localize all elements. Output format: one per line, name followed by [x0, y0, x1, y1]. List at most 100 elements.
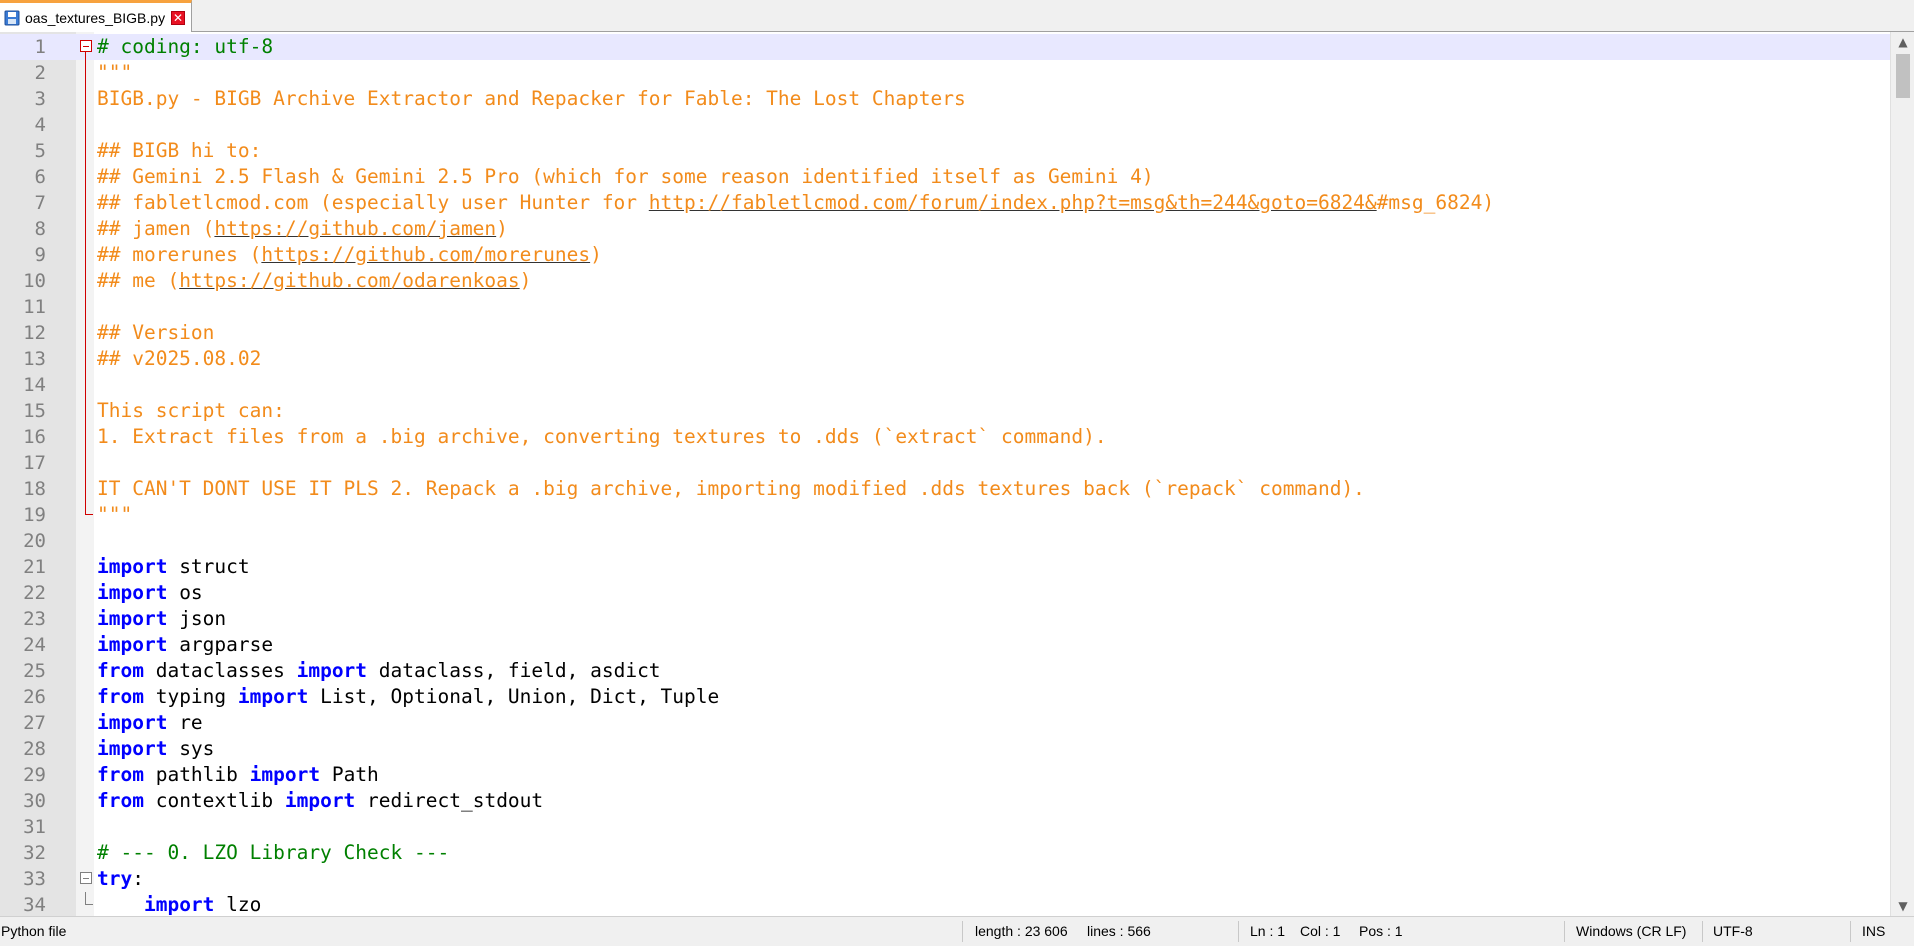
scroll-down-icon[interactable]: ▼	[1891, 896, 1914, 916]
keyword-token: try	[97, 867, 133, 890]
url-link[interactable]: https://github.com/odarenkoas	[179, 269, 519, 292]
code-line[interactable]: 26 from typing import List, Optional, Uni…	[0, 684, 1890, 710]
code-token: ## BIGB hi to:	[97, 139, 262, 162]
fold-toggle-icon[interactable]	[80, 34, 94, 60]
vertical-scrollbar[interactable]: ▲ ▼	[1890, 32, 1914, 916]
fold-guide	[80, 424, 94, 450]
scroll-thumb[interactable]	[1896, 54, 1910, 98]
code-editor[interactable]: 1 # coding: utf-8 2 """ 3 BIGB.py - BIGB Arch…	[0, 32, 1914, 916]
tab-bar: oas_textures_BIGB.py ✕	[0, 0, 1914, 32]
line-number: 12	[23, 322, 46, 344]
close-icon[interactable]: ✕	[171, 10, 186, 25]
line-number: 16	[23, 426, 46, 448]
code-text: import argparse	[97, 632, 273, 658]
line-number: 28	[23, 738, 46, 760]
keyword-token: from	[97, 763, 144, 786]
tab-file[interactable]: oas_textures_BIGB.py ✕	[0, 0, 193, 32]
code-line[interactable]: 27 import re	[0, 710, 1890, 736]
fold-guide	[80, 268, 94, 294]
code-line[interactable]: 12 ## Version	[0, 320, 1890, 346]
line-number: 31	[23, 816, 46, 838]
url-link[interactable]: https://github.com/jamen	[214, 217, 496, 240]
code-text: BIGB.py - BIGB Archive Extractor and Rep…	[97, 86, 966, 112]
code-line[interactable]: 6 ## Gemini 2.5 Flash & Gemini 2.5 Pro (w…	[0, 164, 1890, 190]
url-link[interactable]: https://github.com/morerunes	[261, 243, 590, 266]
fold-guide	[80, 372, 94, 398]
code-line[interactable]: 10 ## me (https://github.com/odarenkoas)	[0, 268, 1890, 294]
code-line[interactable]: 1 # coding: utf-8	[0, 34, 1890, 60]
line-number: 9	[34, 244, 46, 266]
fold-guide	[80, 112, 94, 138]
code-line[interactable]: 29 from pathlib import Path	[0, 762, 1890, 788]
code-token: BIGB.py - BIGB Archive Extractor and Rep…	[97, 87, 966, 110]
code-line[interactable]: 23 import json	[0, 606, 1890, 632]
status-encoding[interactable]: UTF-8	[1713, 917, 1753, 946]
status-insert-mode[interactable]: INS	[1862, 917, 1885, 946]
line-number: 30	[23, 790, 46, 812]
line-number: 10	[23, 270, 46, 292]
tab-label: oas_textures_BIGB.py	[25, 9, 166, 26]
code-token: dataclasses	[143, 659, 297, 682]
fold-guide	[80, 450, 94, 476]
code-text: ## me (https://github.com/odarenkoas)	[97, 268, 531, 294]
code-line[interactable]: 32 # --- 0. LZO Library Check ---	[0, 840, 1890, 866]
code-line[interactable]: 28 import sys	[0, 736, 1890, 762]
code-line[interactable]: 34 import lzo	[0, 892, 1890, 916]
code-line[interactable]: 19 """	[0, 502, 1890, 528]
line-number: 2	[34, 62, 46, 84]
fold-guide	[80, 320, 94, 346]
code-line[interactable]: 20	[0, 528, 1890, 554]
url-link[interactable]: http://fabletlcmod.com/forum/index.php?t…	[649, 191, 1377, 214]
code-text: from pathlib import Path	[97, 762, 379, 788]
code-line[interactable]: 22 import os	[0, 580, 1890, 606]
keyword-token: import	[249, 763, 321, 786]
save-icon	[4, 10, 20, 26]
code-token: # --- 0. LZO Library Check ---	[97, 841, 450, 864]
code-line[interactable]: 11	[0, 294, 1890, 320]
code-line[interactable]: 4	[0, 112, 1890, 138]
fold-guide	[80, 164, 94, 190]
code-line[interactable]: 2 """	[0, 60, 1890, 86]
code-line[interactable]: 13 ## v2025.08.02	[0, 346, 1890, 372]
code-line[interactable]: 33 try:	[0, 866, 1890, 892]
code-line[interactable]: 31	[0, 814, 1890, 840]
keyword-token: from	[97, 659, 144, 682]
fold-guide	[80, 892, 94, 916]
code-line[interactable]: 16 1. Extract files from a .big archive, …	[0, 424, 1890, 450]
code-line[interactable]: 3 BIGB.py - BIGB Archive Extractor and Re…	[0, 86, 1890, 112]
code-text: try:	[97, 866, 144, 892]
scroll-up-icon[interactable]: ▲	[1891, 32, 1914, 52]
code-line[interactable]: 21 import struct	[0, 554, 1890, 580]
code-token: pathlib	[143, 763, 250, 786]
status-eol[interactable]: Windows (CR LF)	[1576, 917, 1686, 946]
code-line[interactable]: 25 from dataclasses import dataclass, fie…	[0, 658, 1890, 684]
code-line[interactable]: 17	[0, 450, 1890, 476]
code-token: #msg_6824)	[1376, 191, 1495, 214]
keyword-token: import	[97, 607, 168, 630]
code-text: from contextlib import redirect_stdout	[97, 788, 543, 814]
line-number: 24	[23, 634, 46, 656]
keyword-token: import	[284, 789, 356, 812]
code-token: 1. Extract files from a .big archive, co…	[97, 425, 1107, 448]
code-line[interactable]: 5 ## BIGB hi to:	[0, 138, 1890, 164]
line-number: 33	[23, 868, 46, 890]
code-line[interactable]: 15 This script can:	[0, 398, 1890, 424]
fold-toggle-icon[interactable]	[80, 866, 94, 892]
code-text: import re	[97, 710, 203, 736]
code-line[interactable]: 9 ## morerunes (https://github.com/moreru…	[0, 242, 1890, 268]
code-line[interactable]: 8 ## jamen (https://github.com/jamen)	[0, 216, 1890, 242]
code-line[interactable]: 24 import argparse	[0, 632, 1890, 658]
keyword-token: import	[97, 633, 168, 656]
fold-guide	[80, 242, 94, 268]
line-number: 18	[23, 478, 46, 500]
line-number: 19	[23, 504, 46, 526]
code-line[interactable]: 18 IT CAN'T DONT USE IT PLS 2. Repack a .…	[0, 476, 1890, 502]
code-line[interactable]: 14	[0, 372, 1890, 398]
code-token: os	[167, 581, 203, 604]
line-number: 3	[34, 88, 46, 110]
code-token: re	[167, 711, 203, 734]
code-line[interactable]: 30 from contextlib import redirect_stdout	[0, 788, 1890, 814]
code-line[interactable]: 7 ## fabletlcmod.com (especially user Hun…	[0, 190, 1890, 216]
keyword-token: from	[97, 789, 144, 812]
code-token: ## fabletlcmod.com (especially user Hunt…	[97, 191, 649, 214]
